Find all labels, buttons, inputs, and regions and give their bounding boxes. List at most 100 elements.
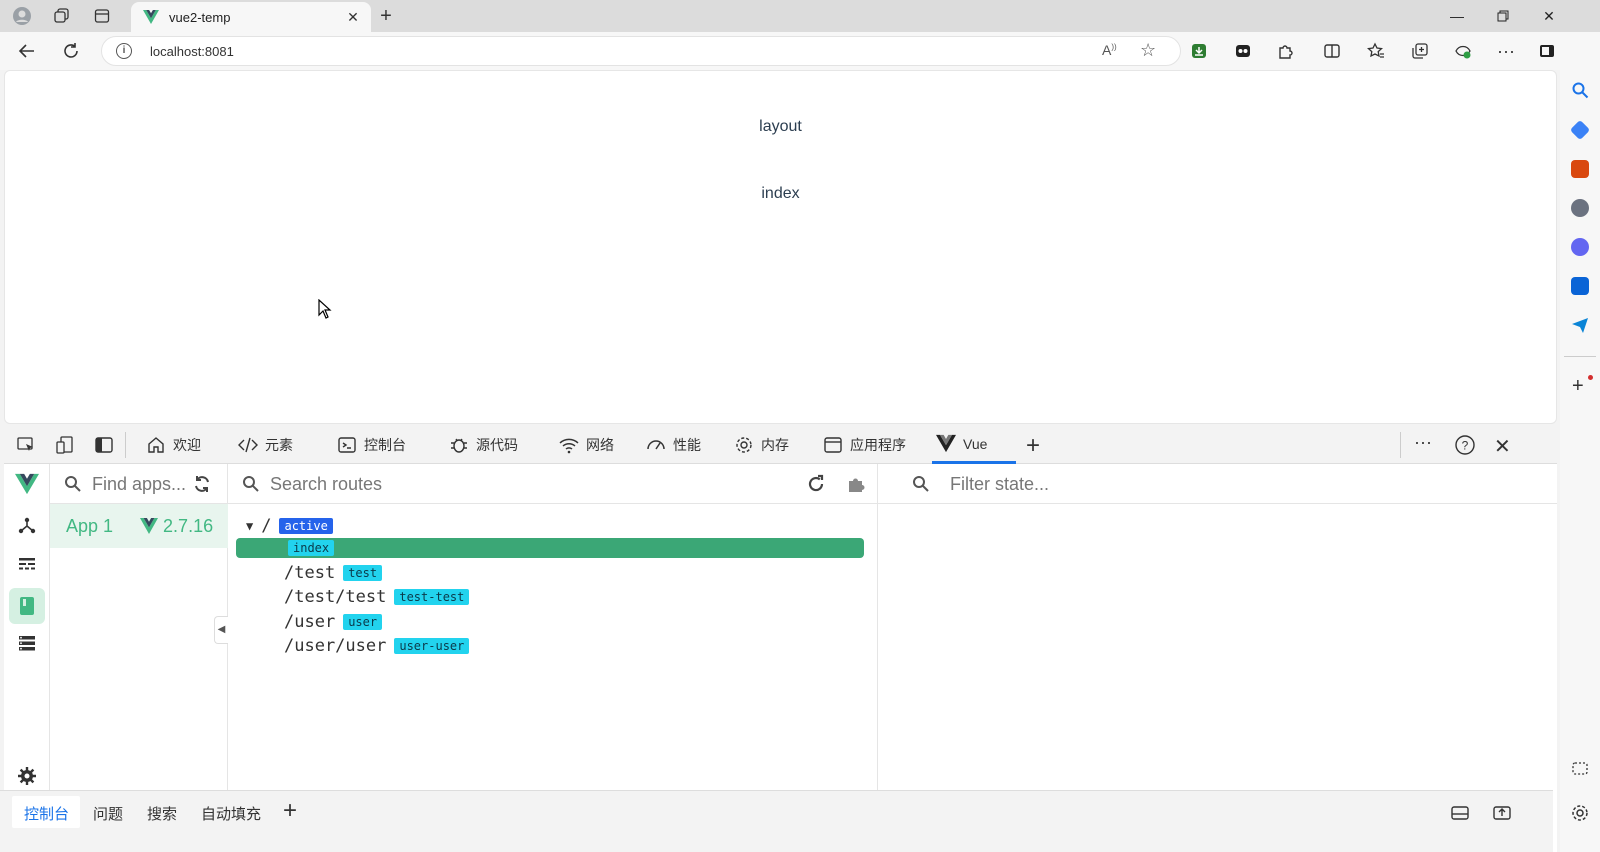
workspaces-icon[interactable] xyxy=(52,6,72,26)
shopping-tag-icon[interactable] xyxy=(1569,119,1591,141)
download-extension-icon[interactable] xyxy=(1189,41,1209,61)
split-screen-icon[interactable] xyxy=(1322,41,1342,61)
tab-title: vue2-temp xyxy=(169,9,231,25)
tab-vue[interactable]: Vue xyxy=(932,426,1016,464)
new-tab-icon[interactable]: + xyxy=(376,5,396,27)
search-routes-icon xyxy=(242,475,260,493)
back-icon[interactable] xyxy=(17,41,37,61)
drawer-dock-icon[interactable] xyxy=(1450,803,1470,823)
notification-dot xyxy=(1588,375,1593,380)
find-apps-search-icon xyxy=(64,475,82,493)
close-devtools-icon[interactable]: ✕ xyxy=(1494,434,1511,459)
profile-icon[interactable] xyxy=(12,6,32,26)
address-bar[interactable]: i localhost:8081 A)) ☆ xyxy=(101,36,1181,66)
search-routes-bar xyxy=(228,464,877,504)
search-routes-input[interactable] xyxy=(270,472,790,496)
expand-arrow-icon[interactable]: ▼ xyxy=(246,519,253,533)
apps-pane: App 1 2.7.16 ◀ xyxy=(50,464,228,814)
extensions-puzzle-icon[interactable] xyxy=(1276,41,1296,61)
gear-icon xyxy=(734,435,754,455)
minimize-icon[interactable]: — xyxy=(1434,0,1480,32)
collections-icon[interactable] xyxy=(1410,41,1430,61)
tab-network[interactable]: 网络 xyxy=(559,426,614,464)
tab-welcome[interactable]: 欢迎 xyxy=(146,426,201,464)
screenshot-tool-icon[interactable] xyxy=(1571,760,1589,778)
components-tree-icon[interactable] xyxy=(15,513,39,537)
tab-network-label: 网络 xyxy=(586,437,614,453)
edge-sidebar: + xyxy=(1560,70,1600,852)
tab-sources[interactable]: 源代码 xyxy=(449,426,518,464)
close-tab-icon[interactable]: ✕ xyxy=(345,9,361,25)
tab-performance-label: 性能 xyxy=(673,437,701,453)
tab-elements[interactable]: 元素 xyxy=(238,426,293,464)
drawer-undock-icon[interactable] xyxy=(1492,803,1512,823)
route-row-user-user[interactable]: /user/user user-user xyxy=(284,635,470,657)
plugin-puzzle-icon[interactable] xyxy=(846,474,866,494)
wifi-icon xyxy=(559,435,579,455)
inspect-element-icon[interactable] xyxy=(16,435,36,455)
settings-list-icon[interactable] xyxy=(15,631,39,655)
devtools-more-icon[interactable]: ··· xyxy=(1414,432,1432,453)
refresh-routes-icon[interactable] xyxy=(806,474,826,494)
filter-state-bar xyxy=(878,464,1557,504)
refresh-apps-icon[interactable] xyxy=(192,474,212,494)
restore-icon[interactable] xyxy=(1480,0,1526,32)
drawer-add-tab-icon[interactable]: + xyxy=(283,797,297,825)
close-window-icon[interactable]: ✕ xyxy=(1526,0,1572,32)
find-apps-input[interactable] xyxy=(92,472,192,496)
favorite-star-icon[interactable]: ☆ xyxy=(1140,40,1156,61)
games-icon[interactable] xyxy=(1571,199,1589,217)
tab-performance[interactable]: 性能 xyxy=(646,426,701,464)
help-icon[interactable]: ? xyxy=(1454,434,1476,456)
route-row-test-test[interactable]: /test/test test-test xyxy=(284,586,470,608)
dock-side-icon[interactable] xyxy=(94,435,114,455)
vertical-tabs-icon[interactable] xyxy=(92,6,112,26)
more-menu-icon[interactable]: ··· xyxy=(1496,41,1516,61)
page-viewport: layout index xyxy=(4,70,1557,424)
route-row-root[interactable]: ▼ / active xyxy=(246,515,333,537)
route-row-user[interactable]: /user user xyxy=(284,611,383,633)
tab-console[interactable]: 控制台 xyxy=(337,426,406,464)
send-icon[interactable] xyxy=(1571,316,1589,334)
tab-vue-label: Vue xyxy=(963,435,988,452)
outlook-icon[interactable] xyxy=(1571,277,1589,295)
index-text: index xyxy=(761,185,800,202)
collapse-pane-icon[interactable]: ◀ xyxy=(214,616,228,644)
read-aloud-icon[interactable]: A)) xyxy=(1102,42,1117,58)
sidebar-toggle-icon[interactable] xyxy=(1537,41,1557,61)
navigation-bar: i localhost:8081 A)) ☆ ··· xyxy=(0,32,1600,70)
route-tag: index xyxy=(288,540,335,556)
drawer-tab-issues[interactable]: 问题 xyxy=(93,803,123,824)
favorites-icon[interactable] xyxy=(1366,41,1386,61)
device-emulation-icon[interactable] xyxy=(55,435,75,455)
sidebar-search-icon[interactable] xyxy=(1571,81,1589,99)
tab-memory[interactable]: 内存 xyxy=(734,426,789,464)
drawer-tab-console[interactable]: 控制台 xyxy=(24,803,69,824)
filter-state-input[interactable] xyxy=(950,472,1530,496)
routes-icon[interactable] xyxy=(9,588,45,624)
browser-tab[interactable]: vue2-temp ✕ xyxy=(131,2,371,32)
vue-settings-gear-icon[interactable] xyxy=(15,764,39,788)
gauge-icon xyxy=(646,435,666,455)
app-list-item[interactable]: App 1 2.7.16 xyxy=(50,504,228,548)
routes-pane: ▼ / active index /test test /test/test t… xyxy=(228,464,878,814)
sidebar-settings-icon[interactable] xyxy=(1570,803,1590,823)
drawer-tab-search[interactable]: 搜索 xyxy=(147,803,177,824)
route-row-test[interactable]: /test test xyxy=(284,562,383,584)
add-panel-icon[interactable]: + xyxy=(1026,432,1040,460)
route-path: /test/test xyxy=(284,587,387,607)
microsoft-365-icon[interactable] xyxy=(1571,238,1589,256)
tools-briefcase-icon[interactable] xyxy=(1571,160,1589,178)
timeline-icon[interactable] xyxy=(15,552,39,576)
route-row-index[interactable]: index xyxy=(280,537,335,559)
tab-application[interactable]: 应用程序 xyxy=(823,426,906,464)
add-sidebar-app-icon[interactable]: + xyxy=(1572,375,1584,398)
app-name: App 1 xyxy=(66,515,114,536)
code-icon xyxy=(238,435,258,455)
refresh-icon[interactable] xyxy=(61,41,81,61)
browser-essentials-icon[interactable] xyxy=(1453,41,1473,61)
site-info-icon[interactable]: i xyxy=(116,43,132,59)
drawer-tab-autofill[interactable]: 自动填充 xyxy=(201,803,261,824)
devtools-panel: 欢迎 元素 控制台 源代码 网络 性能 内存 应用程序 Vue + ··· ? … xyxy=(4,426,1557,852)
extension-icon[interactable] xyxy=(1233,41,1253,61)
